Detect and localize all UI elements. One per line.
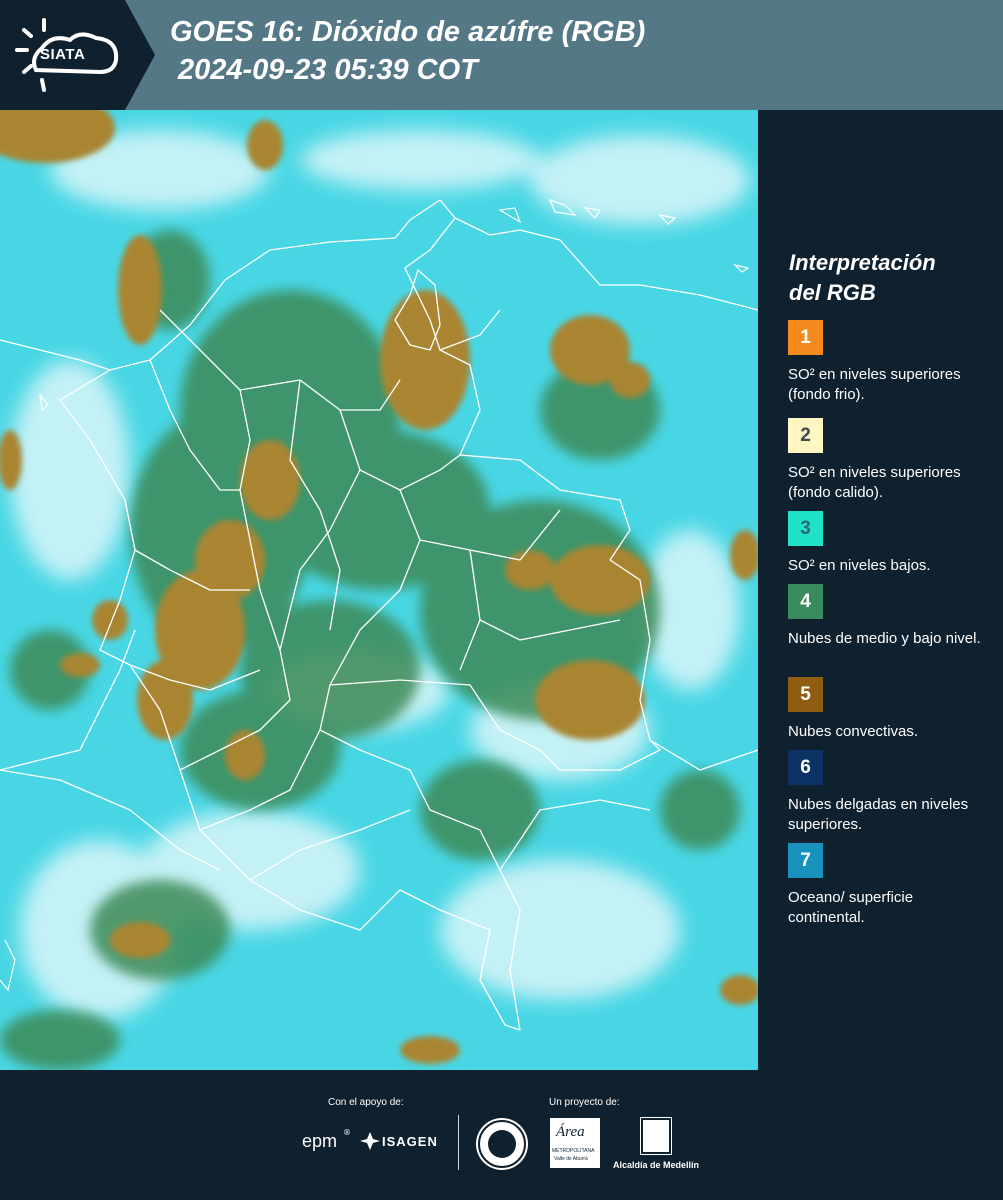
legend-swatch-7: 7 [788, 843, 823, 878]
legend-item-5: 5 Nubes convectivas. [788, 677, 993, 742]
isagen-logo[interactable]: ISAGEN [382, 1134, 438, 1149]
rgb-legend: Interpretación del RGB 1 SO² en niveles … [758, 110, 1003, 1070]
legend-item-7: 7 Oceano/ superficie continental. [788, 843, 993, 928]
satellite-image [0, 110, 758, 1070]
area-metropolitana-logo[interactable]: Área METROPOLITANA Valle de Aburrá [550, 1118, 600, 1168]
legend-title: Interpretación del RGB [789, 248, 989, 308]
support-caption: Con el apoyo de: [328, 1097, 404, 1108]
alcaldia-logo[interactable]: Alcaldía de Medellín [613, 1160, 699, 1170]
legend-item-4: 4 Nubes de medio y bajo nivel. [788, 584, 993, 649]
legend-label-2: SO² en niveles superiores (fondo calido)… [788, 464, 961, 501]
legend-swatch-2: 2 [788, 418, 823, 453]
legend-title-line1: Interpretación [789, 250, 936, 275]
footer-divider [458, 1115, 459, 1170]
page-title: GOES 16: Dióxido de azúfre (RGB) [170, 16, 646, 48]
area-logo-sub1: METROPOLITANA [552, 1148, 595, 1154]
legend-swatch-5: 5 [788, 677, 823, 712]
area-logo-text: Área [556, 1124, 585, 1140]
legend-label-3: SO² en niveles bajos. [788, 557, 931, 574]
legend-item-3: 3 SO² en niveles bajos. [788, 511, 993, 576]
siata-logo[interactable]: SIATA [0, 0, 155, 110]
seal-center-icon [488, 1130, 516, 1158]
legend-label-7: Oceano/ superficie continental. [788, 889, 914, 926]
legend-label-6: Nubes delgadas en niveles superiores. [788, 796, 969, 833]
isagen-icon [360, 1132, 380, 1150]
legend-swatch-4: 4 [788, 584, 823, 619]
legend-title-line2: del RGB [789, 280, 876, 305]
alcaldia-shield-icon[interactable] [641, 1118, 671, 1154]
area-logo-sub2: Valle de Aburrá [554, 1156, 588, 1162]
header-bar: SIATA GOES 16: Dióxido de azúfre (RGB) 2… [0, 0, 1003, 110]
footer: Con el apoyo de: Un proyecto de: epm ® I… [0, 1070, 1003, 1200]
medellin-seal-logo[interactable] [478, 1120, 526, 1168]
project-caption: Un proyecto de: [549, 1097, 620, 1108]
legend-label-1: SO² en niveles superiores (fondo frio). [788, 366, 961, 403]
legend-swatch-1: 1 [788, 320, 823, 355]
legend-swatch-3: 3 [788, 511, 823, 546]
logo-label: SIATA [40, 46, 86, 63]
registered-mark-icon: ® [343, 1128, 351, 1137]
legend-item-1: 1 SO² en niveles superiores (fondo frio)… [788, 320, 993, 405]
legend-swatch-6: 6 [788, 750, 823, 785]
legend-item-6: 6 Nubes delgadas en niveles superiores. [788, 750, 993, 835]
legend-label-5: Nubes convectivas. [788, 723, 919, 740]
legend-item-2: 2 SO² en niveles superiores (fondo calid… [788, 418, 993, 503]
epm-logo[interactable]: epm [302, 1131, 337, 1152]
page-timestamp: 2024-09-23 05:39 COT [178, 54, 478, 86]
legend-label-4: Nubes de medio y bajo nivel. [788, 630, 981, 647]
satellite-map[interactable] [0, 110, 758, 1070]
